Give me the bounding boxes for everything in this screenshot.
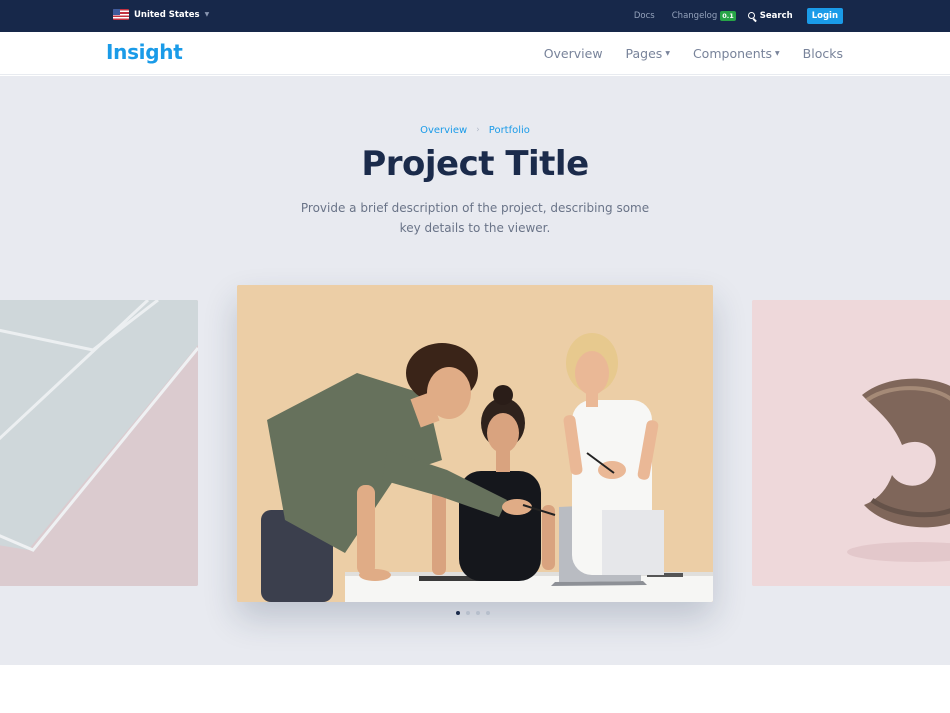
breadcrumb: Overview › Portfolio (0, 125, 950, 136)
team-meeting-photo (237, 285, 713, 602)
breadcrumb-overview[interactable]: Overview (420, 125, 467, 136)
search-link[interactable]: Search (747, 11, 793, 21)
abstract-shapes-image (0, 300, 198, 586)
locale-selector[interactable]: United States ▼ (113, 9, 209, 20)
search-icon (747, 11, 757, 21)
chevron-down-icon: ▼ (775, 50, 780, 57)
changelog-label: Changelog (671, 11, 718, 21)
nav-item-components[interactable]: Components ▼ (693, 46, 780, 61)
version-badge: 0.1 (720, 11, 736, 21)
carousel-slide-next[interactable] (752, 300, 950, 586)
brand-logo[interactable]: Insight (106, 40, 183, 64)
login-button[interactable]: Login (806, 8, 843, 24)
nav-item-label: Overview (543, 46, 603, 61)
main-navbar: Insight Overview Pages ▼ Components ▼ Bl… (0, 32, 950, 75)
nav-item-blocks[interactable]: Blocks (803, 46, 843, 61)
docs-link[interactable]: Docs (634, 11, 655, 21)
search-label: Search (759, 11, 793, 21)
breadcrumb-separator: › (476, 125, 480, 135)
carousel-slide-previous[interactable] (0, 300, 198, 586)
carousel-slide-active[interactable] (237, 285, 713, 602)
locale-label: United States (134, 9, 200, 20)
breadcrumb-portfolio[interactable]: Portfolio (489, 125, 530, 136)
project-description: Provide a brief description of the proje… (300, 201, 650, 235)
nav-item-label: Components (692, 46, 773, 61)
hero-section: Overview › Portfolio Project Title Provi… (0, 76, 950, 665)
page-title: Project Title (361, 144, 589, 184)
carousel-dot-3[interactable] (476, 611, 480, 615)
changelog-link[interactable]: Changelog 0.1 (672, 11, 736, 21)
us-flag-icon (113, 9, 129, 20)
top-bar-links: Docs Changelog 0.1 Search Login (634, 7, 843, 25)
top-bar: United States ▼ Docs Changelog 0.1 Searc… (0, 0, 950, 32)
carousel-pagination (456, 611, 490, 615)
chevron-down-icon: ▼ (204, 11, 210, 18)
nav-item-label: Blocks (802, 46, 843, 61)
carousel-dot-4[interactable] (486, 611, 490, 615)
chevron-down-icon: ▼ (665, 50, 670, 57)
wooden-ring-image (752, 300, 950, 586)
carousel-dot-1[interactable] (456, 611, 460, 615)
nav-item-overview[interactable]: Overview (544, 46, 603, 61)
nav-item-pages[interactable]: Pages ▼ (626, 46, 670, 61)
nav-item-label: Pages (625, 46, 663, 61)
carousel-dot-2[interactable] (466, 611, 470, 615)
nav-menu: Overview Pages ▼ Components ▼ Blocks (544, 46, 843, 61)
